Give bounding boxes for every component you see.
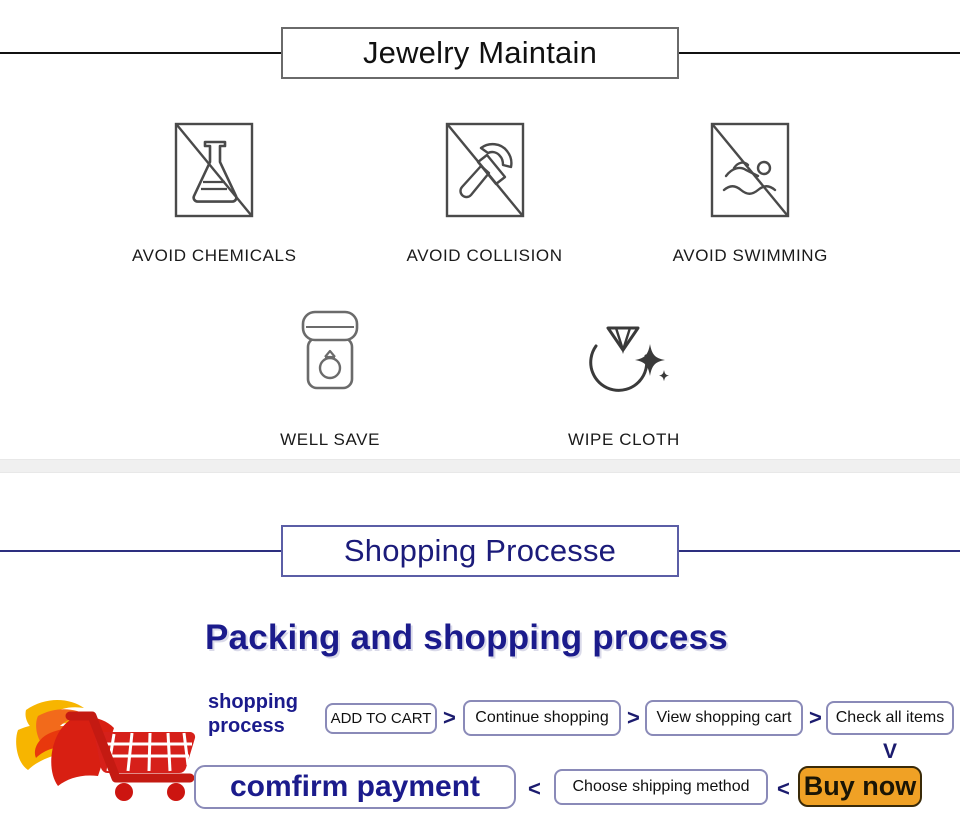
- flaming-shopping-cart-icon: [8, 672, 208, 802]
- maintain-item-avoid-swimming: AVOID SWIMMING: [673, 118, 828, 266]
- maintain-item-avoid-chemicals: AVOID CHEMICALS: [132, 118, 297, 266]
- no-swimming-icon: [706, 118, 794, 222]
- connector-arrow-2: >: [627, 705, 640, 730]
- shopping-heading: Shopping Processe: [343, 533, 617, 568]
- maintain-label-avoid-collision: AVOID COLLISION: [406, 246, 563, 265]
- step-choose-shipping-method[interactable]: Choose shipping method: [554, 769, 768, 805]
- maintain-icon-row-2: WELL SAVE WIPE CLOTH: [0, 300, 960, 450]
- maintain-title-box: Jewelry Maintain: [281, 27, 679, 79]
- no-hammer-icon: [441, 118, 529, 222]
- flow-label-line-2: process: [208, 715, 285, 737]
- maintain-item-avoid-collision: AVOID COLLISION: [407, 118, 563, 266]
- shopping-title-box: Shopping Processe: [281, 525, 679, 577]
- step-continue-shopping[interactable]: Continue shopping: [463, 700, 621, 736]
- packing-banner-title: Packing and shopping process: [205, 618, 728, 657]
- connector-arrow-down: V: [883, 740, 898, 763]
- maintain-label-well-save: WELL SAVE: [280, 430, 381, 449]
- maintain-label-avoid-swimming: AVOID SWIMMING: [672, 246, 829, 265]
- maintain-label-wipe-cloth: WIPE CLOTH: [568, 430, 680, 449]
- connector-arrow-5: <: [777, 776, 790, 801]
- shopping-title-bar: Shopping Processe: [0, 525, 960, 577]
- maintain-title-bar: Jewelry Maintain: [0, 27, 960, 79]
- connector-arrow-1: >: [443, 705, 456, 730]
- step-check-all-items[interactable]: Check all items: [826, 701, 954, 735]
- maintain-item-well-save: WELL SAVE: [280, 300, 380, 450]
- connector-arrow-3: >: [809, 705, 822, 730]
- no-chemicals-icon: [170, 118, 258, 222]
- maintain-icon-row-1: AVOID CHEMICALS AVOID COLLISION AVOID SW…: [0, 118, 960, 266]
- maintain-heading: Jewelry Maintain: [362, 35, 598, 70]
- step-view-shopping-cart[interactable]: View shopping cart: [645, 700, 803, 736]
- maintain-item-wipe-cloth: WIPE CLOTH: [568, 300, 680, 450]
- step-add-to-cart[interactable]: ADD TO CART: [325, 703, 437, 734]
- flow-label-line-1: shopping: [208, 691, 298, 713]
- connector-arrow-4: <: [528, 776, 541, 801]
- section-divider: [0, 459, 960, 473]
- step-comfirm-payment[interactable]: comfirm payment: [194, 765, 516, 809]
- jewelry-box-icon: [284, 300, 376, 400]
- buy-now-button[interactable]: Buy now: [798, 766, 922, 807]
- ring-sparkle-icon: [574, 300, 674, 400]
- maintain-label-avoid-chemicals: AVOID CHEMICALS: [131, 246, 297, 265]
- jewelry-maintain-section: Jewelry Maintain AVOID CHEMICALS AVOID C…: [0, 0, 960, 460]
- product-description-page: Jewelry Maintain AVOID CHEMICALS AVOID C…: [0, 0, 960, 824]
